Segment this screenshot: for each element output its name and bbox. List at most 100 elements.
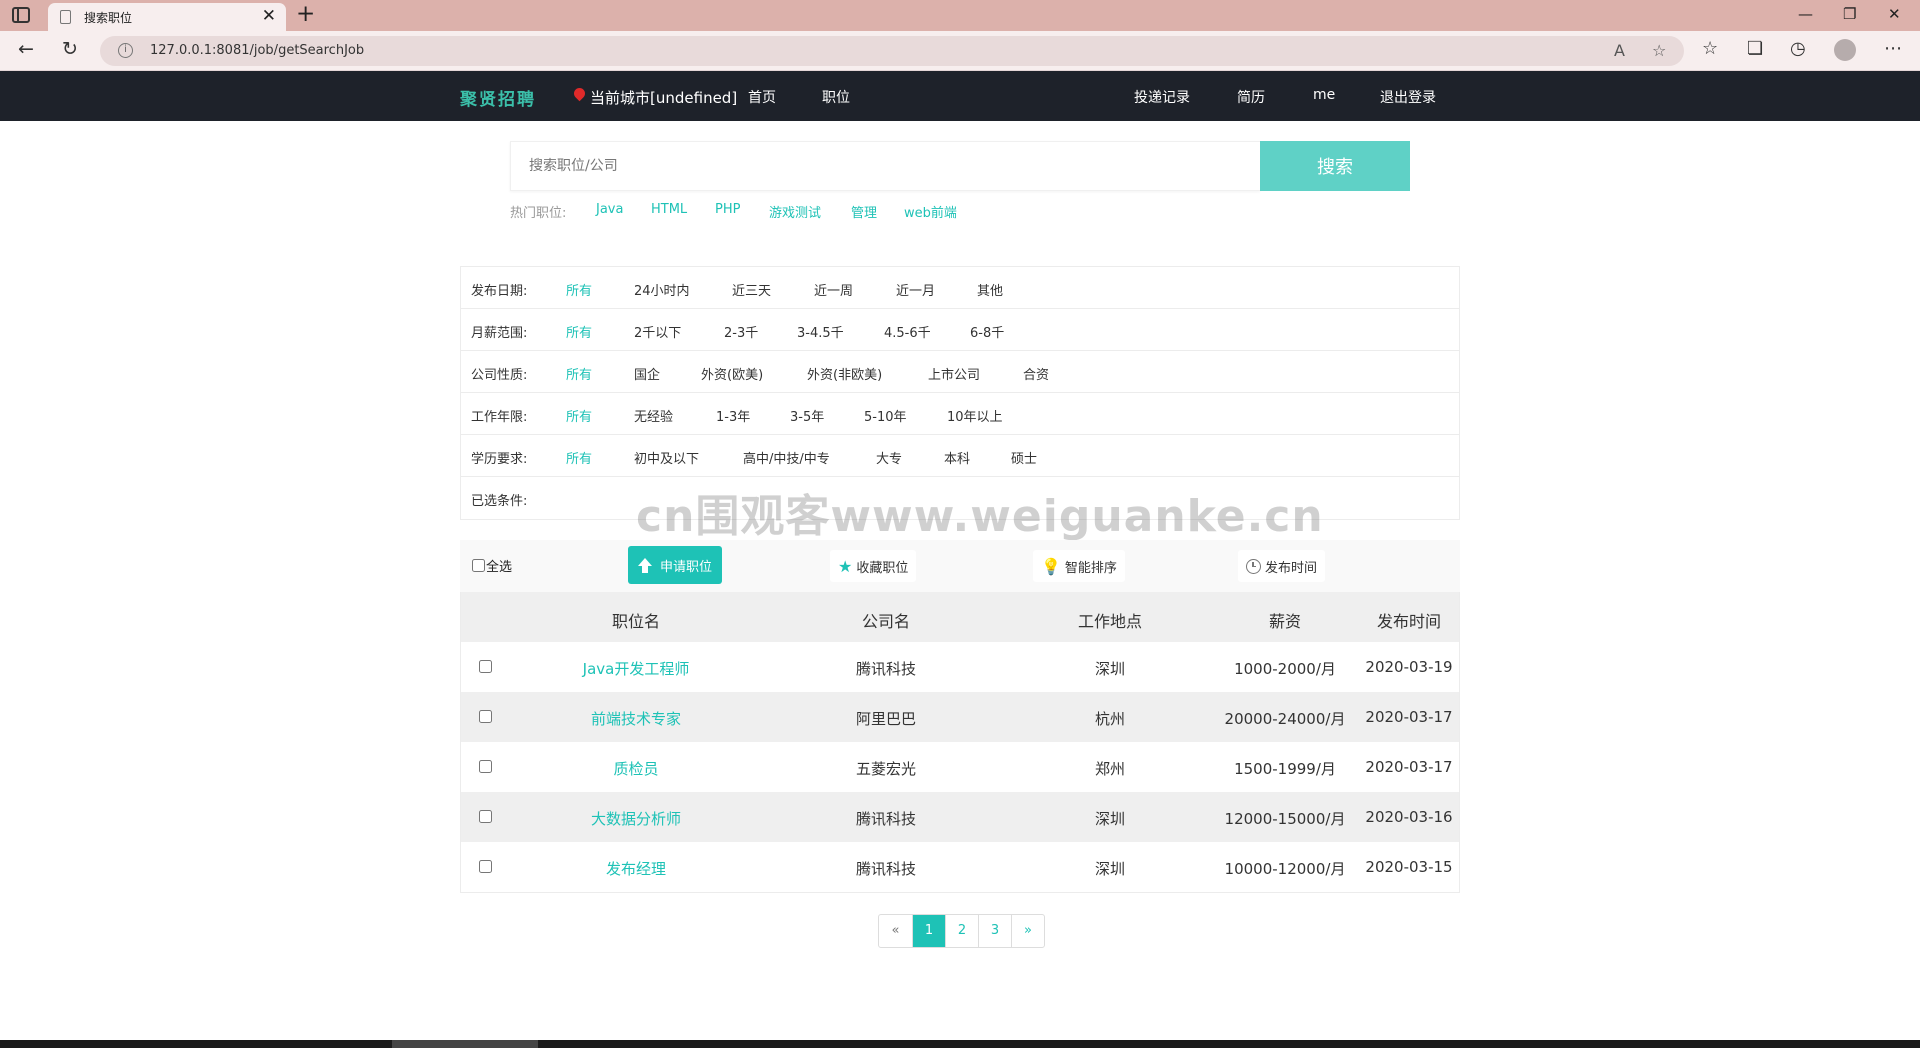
- company-name: 阿里巴巴: [855, 710, 917, 728]
- select-all-label: 全选: [486, 560, 513, 575]
- filter-option[interactable]: 6-8千: [970, 322, 1004, 341]
- job-title-link[interactable]: 前端技术专家: [591, 708, 681, 729]
- select-all[interactable]: 全选: [472, 556, 512, 575]
- filter-option[interactable]: 3-4.5千: [797, 322, 844, 341]
- filter-option[interactable]: 所有: [566, 364, 592, 383]
- filter-option[interactable]: 24小时内: [634, 280, 690, 299]
- favorite-job-button[interactable]: ★ 收藏职位: [830, 550, 917, 582]
- site-logo[interactable]: 聚贤招聘: [460, 85, 536, 110]
- site-header: 聚贤招聘 当前城市[undefined] 首页 职位 投递记录 简历 me 退出…: [0, 71, 1920, 121]
- favorites-icon[interactable]: ☆: [1702, 38, 1718, 59]
- page-button[interactable]: 1: [912, 915, 945, 947]
- page-button[interactable]: 3: [978, 915, 1011, 947]
- filter-option[interactable]: 大专: [876, 448, 902, 467]
- hot-job-link[interactable]: 管理: [851, 202, 877, 221]
- filter-option[interactable]: 外资(欧美): [701, 364, 763, 383]
- row-checkbox[interactable]: [479, 810, 492, 823]
- profile-avatar[interactable]: [1834, 39, 1856, 61]
- nav-jobs[interactable]: 职位: [822, 87, 850, 107]
- tab-title: 搜索职位: [84, 11, 133, 25]
- job-title-link[interactable]: Java开发工程师: [583, 658, 690, 679]
- hot-job-link[interactable]: HTML: [651, 202, 687, 217]
- nav-logout[interactable]: 退出登录: [1380, 87, 1436, 107]
- filter-option[interactable]: 国企: [634, 364, 660, 383]
- filter-row-company-type: 公司性质: 所有 国企 外资(欧美) 外资(非欧美) 上市公司 合资: [461, 351, 1459, 393]
- filter-option[interactable]: 无经验: [634, 406, 673, 425]
- filter-option[interactable]: 1-3年: [716, 406, 750, 425]
- filter-option[interactable]: 本科: [944, 448, 970, 467]
- apply-job-button[interactable]: 申请职位: [628, 546, 722, 584]
- new-tab-icon[interactable]: +: [296, 1, 315, 27]
- smart-sort-button[interactable]: 💡 智能排序: [1033, 550, 1125, 582]
- job-table: 职位名 公司名 工作地点 薪资 发布时间 Java开发工程师 腾讯科技 深圳 1…: [460, 592, 1460, 893]
- work-location: 杭州: [1094, 710, 1126, 728]
- more-menu-icon[interactable]: ⋯: [1884, 38, 1902, 59]
- nav-resume[interactable]: 简历: [1237, 87, 1265, 107]
- filter-option[interactable]: 硕士: [1011, 448, 1037, 467]
- hot-job-link[interactable]: 游戏测试: [769, 202, 821, 221]
- filter-option[interactable]: 上市公司: [928, 364, 980, 383]
- filter-option[interactable]: 其他: [977, 280, 1003, 299]
- filter-option[interactable]: 初中及以下: [634, 448, 699, 467]
- filter-option[interactable]: 2千以下: [634, 322, 681, 341]
- filter-label: 工作年限:: [471, 410, 528, 425]
- filter-option[interactable]: 所有: [566, 280, 592, 299]
- filter-option[interactable]: 合资: [1023, 364, 1049, 383]
- filter-option[interactable]: 外资(非欧美): [807, 364, 882, 383]
- reload-icon[interactable]: ↻: [62, 38, 78, 60]
- filter-option[interactable]: 所有: [566, 448, 592, 467]
- salary: 12000-15000/月: [1224, 810, 1346, 828]
- url-text[interactable]: 127.0.0.1:8081/job/getSearchJob: [150, 43, 364, 58]
- back-icon[interactable]: ←: [18, 38, 34, 60]
- minimize-icon[interactable]: —: [1798, 5, 1813, 23]
- window-close-icon[interactable]: ✕: [1888, 5, 1901, 23]
- filter-option[interactable]: 所有: [566, 406, 592, 425]
- hot-job-link[interactable]: web前端: [904, 202, 957, 221]
- search-input[interactable]: [510, 141, 1260, 191]
- filter-row-date: 发布日期: 所有 24小时内 近三天 近一周 近一月 其他: [461, 267, 1459, 309]
- filter-row-experience: 工作年限: 所有 无经验 1-3年 3-5年 5-10年 10年以上: [461, 393, 1459, 435]
- info-icon[interactable]: i: [118, 43, 133, 58]
- row-checkbox[interactable]: [479, 660, 492, 673]
- prev-page-button[interactable]: «: [879, 915, 912, 947]
- filter-option[interactable]: 3-5年: [790, 406, 824, 425]
- search-button[interactable]: 搜索: [1260, 141, 1410, 191]
- filter-label: 公司性质:: [471, 368, 528, 383]
- history-icon[interactable]: ◷: [1790, 38, 1806, 59]
- job-title-link[interactable]: 质检员: [613, 758, 658, 779]
- current-city[interactable]: 当前城市[undefined]: [590, 87, 737, 108]
- nav-application-records[interactable]: 投递记录: [1134, 87, 1190, 107]
- filter-option[interactable]: 近一月: [896, 280, 935, 299]
- next-page-button[interactable]: »: [1011, 915, 1044, 947]
- filter-option[interactable]: 近三天: [732, 280, 771, 299]
- nav-me[interactable]: me: [1313, 87, 1335, 103]
- filter-option[interactable]: 5-10年: [864, 406, 907, 425]
- page-button[interactable]: 2: [945, 915, 978, 947]
- filter-option[interactable]: 高中/中技/中专: [743, 448, 830, 467]
- collections-icon[interactable]: ❏: [1747, 38, 1763, 59]
- row-checkbox[interactable]: [479, 760, 492, 773]
- restore-icon[interactable]: ❐: [1843, 5, 1856, 23]
- browser-tab[interactable]: 搜索职位 ✕: [48, 3, 286, 31]
- row-checkbox[interactable]: [479, 860, 492, 873]
- hot-job-link[interactable]: Java: [596, 202, 623, 217]
- hot-jobs-label: 热门职位:: [510, 206, 567, 221]
- job-title-link[interactable]: 发布经理: [606, 858, 666, 879]
- filter-option[interactable]: 4.5-6千: [884, 322, 931, 341]
- add-favorite-icon[interactable]: ☆: [1652, 41, 1666, 60]
- filter-option[interactable]: 10年以上: [947, 406, 1003, 425]
- filter-option[interactable]: 近一周: [814, 280, 853, 299]
- taskbar-item[interactable]: [392, 1040, 538, 1048]
- sort-by-time-button[interactable]: 发布时间: [1238, 550, 1326, 582]
- row-checkbox[interactable]: [479, 710, 492, 723]
- filter-option[interactable]: 2-3千: [724, 322, 758, 341]
- close-tab-icon[interactable]: ✕: [262, 6, 276, 26]
- select-all-checkbox[interactable]: [472, 559, 485, 572]
- hot-job-link[interactable]: PHP: [715, 202, 740, 217]
- url-field[interactable]: i 127.0.0.1:8081/job/getSearchJob A ☆: [100, 36, 1684, 66]
- job-title-link[interactable]: 大数据分析师: [591, 808, 681, 829]
- filter-option[interactable]: 所有: [566, 322, 592, 341]
- read-aloud-icon[interactable]: A: [1614, 41, 1625, 60]
- sidebar-toggle-icon[interactable]: [12, 7, 30, 23]
- nav-home[interactable]: 首页: [748, 87, 776, 107]
